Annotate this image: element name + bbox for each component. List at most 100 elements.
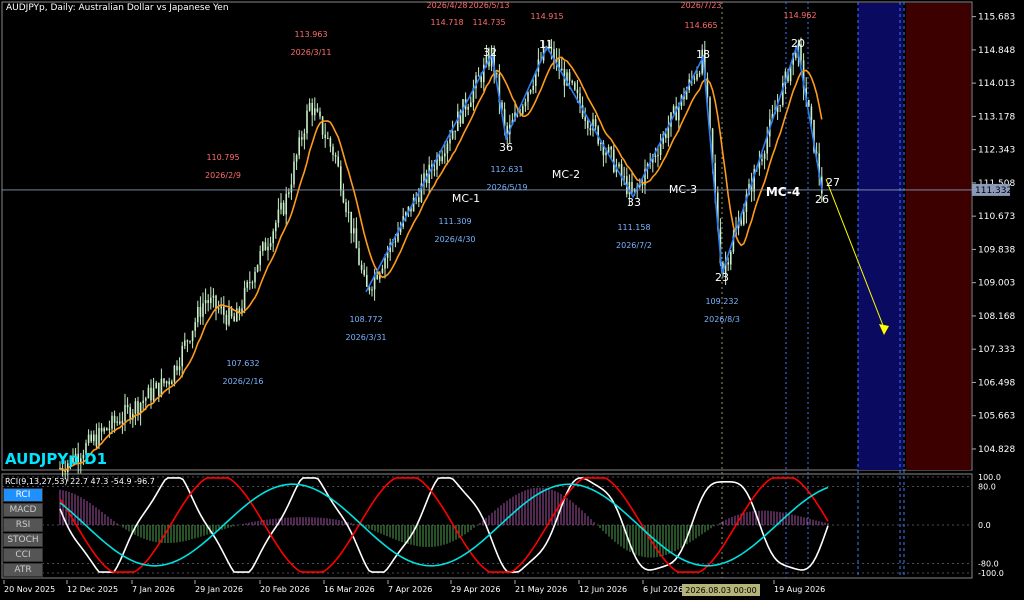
candle-body [251,282,254,284]
annotation-price: 108.772 [349,315,382,324]
time-tick-label: 19 Aug 2026 [774,585,825,594]
candle-body [207,300,209,303]
time-tick-label: 12 Jun 2026 [579,585,627,594]
candle-body [665,134,667,138]
rci-axis-label: -80.0 [978,559,999,568]
candle-body [334,155,337,157]
annotation-price: 114.915 [530,12,563,21]
candle-body [321,116,324,135]
annotation-date: 2026/3/31 [345,333,386,342]
candle-body [433,169,436,171]
forecast-zone-red [906,3,971,470]
candle-body [199,307,202,317]
candle-body [574,82,576,90]
candle-body [301,137,303,140]
price-tick-label: 105.663 [978,412,1015,422]
zigzag-point-label: 27 [826,176,840,189]
annotation-date: 2026/8/3 [704,315,740,324]
tab-rsi[interactable]: RSI [3,518,43,532]
candle-body [418,197,420,202]
tab-macd[interactable]: MACD [3,503,43,517]
time-tick-label: 7 Apr 2026 [388,585,432,594]
candle-body [329,138,332,147]
candle-body [168,381,170,385]
candle-body [98,427,100,447]
candle-body [394,241,397,243]
annotation-price: 107.632 [226,359,259,368]
price-tick-label: 112.343 [978,146,1015,156]
annotation-price: 114.665 [684,21,717,30]
time-tick-label: 29 Jan 2026 [195,585,243,594]
candle-body [288,192,290,194]
annotation-price: 111.158 [617,223,650,232]
candle-body [384,257,386,269]
candle-body [810,106,813,120]
candle-body [589,128,592,131]
tab-cci[interactable]: CCI [3,548,43,562]
candle-body [355,228,358,249]
candle-body [106,428,108,431]
candle-body [267,246,269,251]
candle-body [189,341,191,343]
rci-axis-label: 0.0 [978,521,991,530]
price-tick-label: 108.168 [978,312,1015,322]
candle-body [277,209,280,223]
zigzag-point-label: 11 [539,38,553,51]
candle-body [353,228,355,234]
candle-body [212,295,215,298]
candle-body [740,220,742,225]
candle-body [116,421,118,423]
candle-body [178,366,181,371]
candle-body [202,303,204,317]
candle-body [730,251,732,265]
candle-body [376,275,378,279]
candle-body [327,138,329,140]
tab-stoch[interactable]: STOCH [3,533,43,547]
candle-body [150,387,152,401]
candle-body [441,156,443,162]
candle-body [306,110,308,134]
candle-body [454,130,456,132]
candle-body [698,73,701,75]
annotation-price: 110.795 [206,153,239,162]
candle-body [761,159,763,162]
candle-body [613,149,615,173]
candle-body [316,108,319,112]
forecast-zone-blue [858,3,903,470]
tab-rci[interactable]: RCI [3,488,43,502]
candle-body [243,287,246,309]
pattern-label: MC-2 [552,168,580,181]
candle-body [332,146,334,156]
candle-body [337,156,339,167]
candle-body [194,322,196,331]
annotation-date: 2026/4/30 [434,235,475,244]
candle-body [259,251,261,265]
annotation-date: 2026/7/2 [616,241,652,250]
candle-body [571,80,573,83]
candle-body [366,275,368,287]
candle-body [137,401,139,414]
candle-body [186,340,189,342]
candle-body [256,264,259,272]
candle-body [272,231,274,244]
zigzag-point-label: 18 [696,48,710,61]
annotation-date: 2026/5/13 [468,1,509,10]
price-chart[interactable]: 115.683114.848114.013113.178112.343111.5… [0,0,1024,600]
annotation-price: 113.963 [294,30,327,39]
candle-body [470,102,472,107]
annotation-date: 2026/4/28 [426,1,467,10]
price-tick-label: 115.683 [978,13,1015,23]
candle-body [142,400,144,403]
candle-body [314,108,316,116]
candle-body [654,156,657,158]
candle-body [795,52,797,59]
tab-atr[interactable]: ATR [3,563,43,577]
candle-body [233,316,235,322]
candle-body [90,434,92,442]
candle-body [594,119,597,127]
candle-body [527,92,529,102]
candle-body [587,120,589,129]
price-tick-label: 113.178 [978,112,1015,122]
candle-body [173,365,176,382]
candle-body [204,300,207,304]
